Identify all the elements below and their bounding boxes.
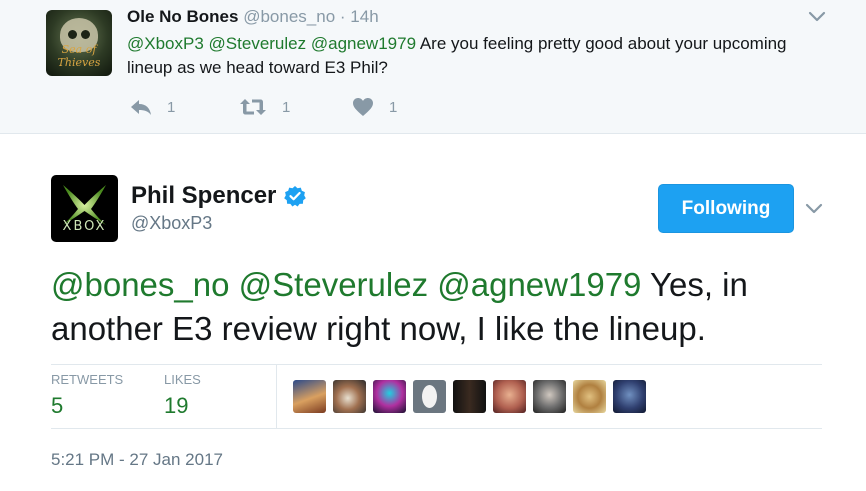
likes-count[interactable]: 19 bbox=[164, 393, 188, 419]
stats-separator bbox=[276, 364, 277, 428]
chevron-down-icon[interactable] bbox=[803, 198, 825, 218]
reply-action[interactable]: 1 bbox=[129, 96, 175, 118]
like-action[interactable]: 1 bbox=[352, 96, 397, 118]
mention-link[interactable]: @Steverulez bbox=[209, 34, 307, 53]
tweet-time[interactable]: 14h bbox=[350, 7, 378, 26]
parent-tweet: Sea of Thieves Ole No Bones @bones_no · … bbox=[0, 0, 866, 134]
liker-avatar[interactable] bbox=[573, 380, 606, 413]
like-count: 1 bbox=[389, 98, 398, 116]
retweet-icon bbox=[240, 99, 266, 115]
liker-avatar[interactable] bbox=[613, 380, 646, 413]
heart-icon bbox=[353, 98, 373, 116]
liker-avatar[interactable] bbox=[413, 380, 446, 413]
parent-tweet-text: @XboxP3 @Steverulez @agnew1979 Are you f… bbox=[127, 32, 807, 80]
xbox-wordmark: XBOX bbox=[62, 219, 107, 234]
mention-link[interactable]: @agnew1979 bbox=[437, 266, 641, 303]
liker-avatar[interactable] bbox=[493, 380, 526, 413]
tweet-text: @bones_no @Steverulez @agnew1979 Yes, in… bbox=[51, 263, 841, 351]
mention-link[interactable]: @XboxP3 bbox=[127, 34, 204, 53]
author-name[interactable]: Ole No Bones bbox=[127, 7, 238, 26]
separator-dot: · bbox=[339, 7, 346, 26]
avatar[interactable]: XBOX bbox=[51, 175, 118, 242]
liker-avatar[interactable] bbox=[333, 380, 366, 413]
retweet-count: 1 bbox=[282, 98, 291, 116]
retweets-count[interactable]: 5 bbox=[51, 393, 63, 419]
liker-avatar[interactable] bbox=[373, 380, 406, 413]
following-button[interactable]: Following bbox=[658, 184, 794, 233]
verified-badge-icon bbox=[284, 186, 306, 207]
chevron-down-icon[interactable] bbox=[806, 6, 828, 26]
author-name[interactable]: Phil Spencer bbox=[131, 182, 276, 210]
reply-count: 1 bbox=[167, 98, 176, 116]
author-handle[interactable]: @XboxP3 bbox=[131, 213, 212, 234]
mention-link[interactable]: @agnew1979 bbox=[311, 34, 416, 53]
parent-tweet-header: Ole No Bones @bones_no · 14h bbox=[127, 7, 379, 27]
author-handle[interactable]: @bones_no bbox=[243, 7, 335, 26]
reply-icon bbox=[131, 100, 151, 115]
likes-label: LIKES bbox=[164, 372, 201, 387]
divider bbox=[51, 428, 822, 429]
liker-avatar[interactable] bbox=[453, 380, 486, 413]
retweet-action[interactable]: 1 bbox=[239, 96, 290, 118]
tweet-timestamp[interactable]: 5:21 PM - 27 Jan 2017 bbox=[51, 450, 223, 470]
sea-of-thieves-logo: Sea of Thieves bbox=[57, 43, 101, 69]
retweets-label: RETWEETS bbox=[51, 372, 124, 387]
avatar[interactable]: Sea of Thieves bbox=[46, 10, 112, 76]
likers-avatar-list bbox=[293, 380, 653, 413]
liker-avatar[interactable] bbox=[293, 380, 326, 413]
mention-link[interactable]: @Steverulez bbox=[239, 266, 428, 303]
mention-link[interactable]: @bones_no bbox=[51, 266, 229, 303]
divider bbox=[51, 364, 822, 365]
liker-avatar[interactable] bbox=[533, 380, 566, 413]
